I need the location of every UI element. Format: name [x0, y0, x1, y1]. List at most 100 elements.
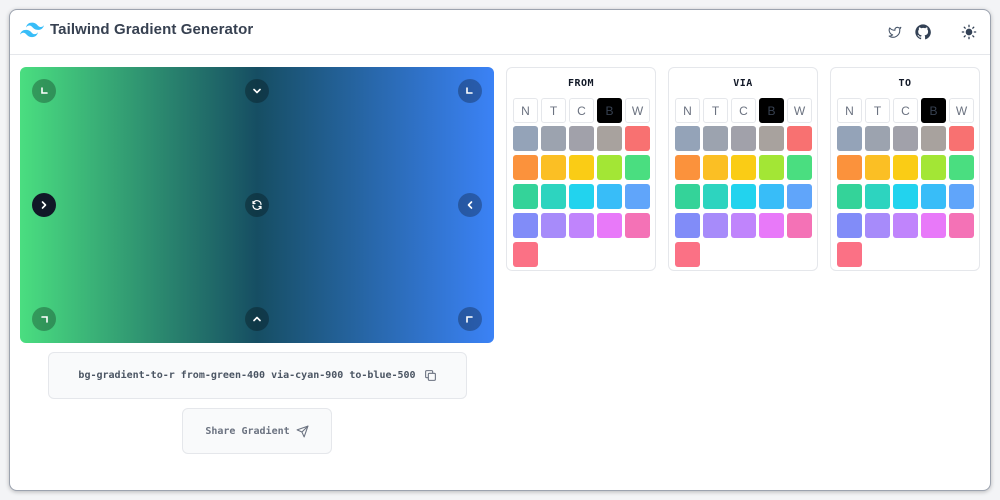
shade-tab-t[interactable]: T: [541, 98, 566, 123]
color-swatch[interactable]: [787, 213, 812, 238]
color-swatch[interactable]: [541, 184, 566, 209]
color-swatch[interactable]: [949, 155, 974, 180]
corner-top-right-icon: [466, 87, 473, 94]
direction-to-bl-button[interactable]: [32, 307, 56, 331]
color-swatch[interactable]: [703, 155, 728, 180]
color-swatch[interactable]: [625, 155, 650, 180]
color-swatch[interactable]: [513, 155, 538, 180]
share-gradient-button[interactable]: Share Gradient: [182, 408, 332, 454]
direction-to-tr-button[interactable]: [458, 79, 482, 103]
color-swatch[interactable]: [731, 126, 756, 151]
color-swatch[interactable]: [625, 126, 650, 151]
shade-tab-w[interactable]: W: [625, 98, 650, 123]
color-swatch[interactable]: [787, 126, 812, 151]
shade-tab-b[interactable]: B: [921, 98, 946, 123]
shade-tab-c[interactable]: C: [569, 98, 594, 123]
shade-tab-t[interactable]: T: [703, 98, 728, 123]
shade-tab-c[interactable]: C: [731, 98, 756, 123]
color-swatch[interactable]: [837, 184, 862, 209]
color-swatch[interactable]: [513, 126, 538, 151]
color-swatch[interactable]: [703, 184, 728, 209]
color-swatch[interactable]: [675, 155, 700, 180]
sun-icon[interactable]: [960, 23, 978, 41]
color-swatch[interactable]: [949, 126, 974, 151]
shade-tab-w[interactable]: W: [949, 98, 974, 123]
copy-icon[interactable]: [424, 369, 437, 382]
gradient-preview: [20, 67, 494, 343]
color-swatch[interactable]: [921, 213, 946, 238]
color-swatch[interactable]: [921, 126, 946, 151]
color-swatch[interactable]: [893, 126, 918, 151]
brand[interactable]: Tailwind Gradient Generator: [20, 21, 253, 38]
color-swatches: [513, 126, 653, 271]
color-swatch[interactable]: [759, 184, 784, 209]
color-swatch[interactable]: [625, 184, 650, 209]
color-swatch[interactable]: [759, 126, 784, 151]
color-swatch[interactable]: [731, 155, 756, 180]
color-swatch[interactable]: [597, 126, 622, 151]
color-swatch[interactable]: [759, 155, 784, 180]
color-swatch[interactable]: [541, 126, 566, 151]
color-swatch[interactable]: [949, 213, 974, 238]
color-swatch[interactable]: [703, 126, 728, 151]
color-swatch[interactable]: [513, 213, 538, 238]
chevron-right-icon: [41, 201, 47, 209]
color-swatch[interactable]: [759, 213, 784, 238]
color-swatch[interactable]: [837, 213, 862, 238]
direction-to-tl-button[interactable]: [32, 79, 56, 103]
shade-tab-b[interactable]: B: [597, 98, 622, 123]
color-swatch[interactable]: [675, 242, 700, 267]
shade-tab-t[interactable]: T: [865, 98, 890, 123]
color-swatch[interactable]: [865, 213, 890, 238]
color-swatch[interactable]: [837, 242, 862, 267]
color-swatch[interactable]: [865, 126, 890, 151]
color-swatch[interactable]: [921, 184, 946, 209]
color-swatch[interactable]: [703, 213, 728, 238]
gradient-class-output[interactable]: bg-gradient-to-r from-green-400 via-cyan…: [48, 352, 467, 399]
color-swatch[interactable]: [893, 155, 918, 180]
color-swatch[interactable]: [597, 213, 622, 238]
color-swatch[interactable]: [787, 184, 812, 209]
direction-to-br-button[interactable]: [458, 307, 482, 331]
direction-to-l-button[interactable]: [458, 193, 482, 217]
color-swatch[interactable]: [865, 184, 890, 209]
color-swatch[interactable]: [513, 242, 538, 267]
direction-to-t-button[interactable]: [245, 79, 269, 103]
direction-to-b-button[interactable]: [245, 307, 269, 331]
color-swatch[interactable]: [893, 184, 918, 209]
color-swatch[interactable]: [837, 126, 862, 151]
color-swatch[interactable]: [569, 126, 594, 151]
color-swatch[interactable]: [787, 155, 812, 180]
github-icon[interactable]: [914, 23, 932, 41]
color-swatch[interactable]: [675, 126, 700, 151]
color-swatch[interactable]: [541, 213, 566, 238]
color-swatch[interactable]: [731, 184, 756, 209]
reset-direction-button[interactable]: [245, 193, 269, 217]
color-swatch[interactable]: [597, 155, 622, 180]
color-swatch[interactable]: [569, 213, 594, 238]
twitter-icon[interactable]: [886, 23, 904, 41]
shade-tab-n[interactable]: N: [837, 98, 862, 123]
color-swatch[interactable]: [837, 155, 862, 180]
color-swatch[interactable]: [597, 184, 622, 209]
direction-to-r-button[interactable]: [32, 193, 56, 217]
color-swatch[interactable]: [921, 155, 946, 180]
color-swatch[interactable]: [893, 213, 918, 238]
color-swatch[interactable]: [675, 184, 700, 209]
shade-tab-c[interactable]: C: [893, 98, 918, 123]
color-swatch[interactable]: [625, 213, 650, 238]
color-swatch[interactable]: [541, 155, 566, 180]
shade-tab-w[interactable]: W: [787, 98, 812, 123]
panel-title: TO: [898, 78, 912, 89]
shade-tab-n[interactable]: N: [513, 98, 538, 123]
color-swatch[interactable]: [949, 184, 974, 209]
color-swatch[interactable]: [865, 155, 890, 180]
color-swatch[interactable]: [569, 155, 594, 180]
shade-tab-b[interactable]: B: [759, 98, 784, 123]
color-swatch[interactable]: [569, 184, 594, 209]
color-swatch[interactable]: [731, 213, 756, 238]
color-swatch[interactable]: [513, 184, 538, 209]
shade-tab-n[interactable]: N: [675, 98, 700, 123]
color-swatch[interactable]: [675, 213, 700, 238]
tailwind-logo-icon: [20, 22, 44, 37]
